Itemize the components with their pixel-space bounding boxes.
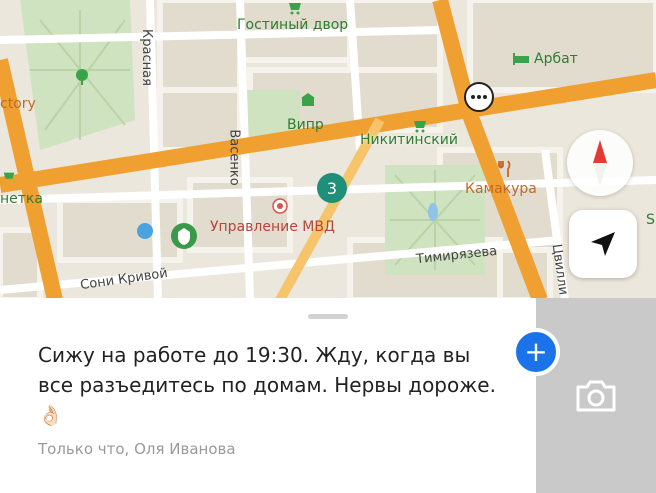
sheet-drag-handle[interactable]	[308, 314, 348, 319]
street-label-krasnaya: Красная	[138, 29, 154, 86]
place-label-arbat: Арбат	[534, 51, 578, 67]
add-photo-button[interactable]	[536, 298, 656, 493]
hotel-icon[interactable]	[512, 52, 530, 66]
my-location-button[interactable]	[569, 210, 637, 278]
map-pin-icon[interactable]: 3	[316, 172, 348, 204]
police-icon[interactable]	[170, 222, 198, 250]
place-label-upravlenie-mvd: Управление МВД	[210, 219, 335, 235]
place-label-kamakura: Камакура	[465, 181, 537, 197]
government-icon[interactable]	[272, 198, 288, 214]
comment-text: Сижу на работе до 19:30. Жду, когда вы в…	[38, 343, 496, 427]
market-icon[interactable]	[287, 0, 303, 16]
place-label-nikitinsky: Никитинский	[360, 132, 458, 148]
compass-icon	[593, 140, 607, 186]
add-button[interactable]: +	[512, 328, 560, 376]
place-label-s-edge: S	[646, 212, 655, 228]
plus-icon: +	[524, 335, 548, 368]
place-label-ctory: ctory	[0, 96, 36, 112]
place-label-gostiny-dvor: Гостиный двор	[237, 17, 349, 33]
market-icon[interactable]	[2, 170, 16, 184]
compass-button[interactable]	[567, 130, 633, 196]
camera-icon	[576, 380, 616, 411]
svg-text:3: 3	[327, 179, 337, 198]
street-label-vasenko: Васенко	[226, 129, 242, 186]
map-view[interactable]: 3 Гостиный двор Арбат Випр Никитинский К…	[0, 0, 656, 300]
bank-icon[interactable]	[300, 92, 316, 108]
chat-bubble-icon[interactable]	[464, 82, 494, 112]
comment-meta: Только что, Оля Иванова	[38, 440, 236, 458]
info-pin-icon[interactable]	[136, 222, 154, 240]
locate-arrow-icon	[591, 232, 615, 256]
restaurant-icon[interactable]	[498, 160, 512, 178]
place-label-vipr: Випр	[287, 117, 324, 133]
tree-icon[interactable]	[74, 68, 90, 86]
place-label-netka: нетка	[0, 191, 43, 207]
